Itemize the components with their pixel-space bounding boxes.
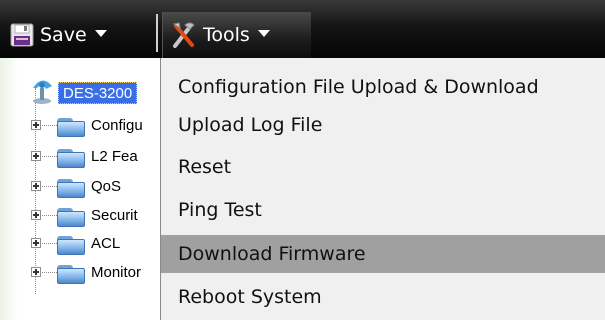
- tree-branch-line: [42, 243, 57, 244]
- menu-item-label: Configuration File Upload & Download: [178, 76, 539, 98]
- tools-dropdown-arrow-icon: [257, 29, 270, 37]
- tree-item-security[interactable]: Securit: [0, 204, 175, 228]
- menu-item-download-firmware[interactable]: Download Firmware: [161, 235, 605, 273]
- tree-item-l2-features[interactable]: L2 Fea: [0, 145, 175, 169]
- expand-icon[interactable]: [31, 120, 41, 130]
- tree-item-label: Monitor: [91, 264, 142, 281]
- tree-item-label: L2 Fea: [91, 148, 138, 165]
- tree-branch-line: [42, 215, 57, 216]
- tree-item-label: ACL: [91, 235, 121, 252]
- menu-item-config-file-upload-download[interactable]: Configuration File Upload & Download: [161, 68, 605, 106]
- expand-icon[interactable]: [31, 151, 41, 161]
- tree-branch-line: [42, 272, 57, 273]
- tools-menu-button[interactable]: Tools: [162, 12, 311, 58]
- tree-branch-line: [42, 156, 57, 157]
- folder-icon: [57, 234, 87, 255]
- tree-item-label: Configu: [91, 117, 143, 134]
- navigation-tree: DES-3200 Configu L2 Fea QoS Securit ACL …: [0, 58, 175, 320]
- tree-root-label: DES-3200: [58, 82, 138, 104]
- save-dropdown-arrow-icon: [94, 29, 107, 37]
- menu-item-label: Ping Test: [178, 199, 262, 221]
- folder-icon: [57, 177, 87, 198]
- folder-icon: [57, 263, 87, 284]
- tree-root-node[interactable]: DES-3200: [0, 78, 175, 104]
- folder-icon: [57, 116, 87, 137]
- menu-item-label: Download Firmware: [178, 243, 366, 265]
- expand-icon[interactable]: [31, 210, 41, 220]
- menu-item-ping-test[interactable]: Ping Test: [161, 191, 605, 229]
- menu-item-reboot-system[interactable]: Reboot System: [161, 278, 605, 316]
- toolbar: Save Tools: [0, 0, 605, 58]
- menu-item-label: Upload Log File: [178, 114, 323, 136]
- expand-icon[interactable]: [31, 267, 41, 277]
- folder-icon: [57, 147, 87, 168]
- tree-item-label: QoS: [91, 178, 122, 195]
- tree-branch-line: [42, 186, 57, 187]
- menu-item-reset[interactable]: Reset: [161, 148, 605, 186]
- tree-item-label: Securit: [91, 207, 138, 224]
- save-menu-button[interactable]: Save: [8, 12, 156, 58]
- tree-item-configuration[interactable]: Configu: [0, 114, 175, 138]
- switch-device-icon: [30, 76, 56, 106]
- tree-branch-line: [42, 125, 57, 126]
- tree-item-qos[interactable]: QoS: [0, 175, 175, 199]
- tree-item-monitoring[interactable]: Monitor: [0, 261, 175, 285]
- tools-label: Tools: [203, 24, 250, 46]
- tools-dropdown-menu: Configuration File Upload & Download Upl…: [160, 58, 605, 320]
- folder-icon: [57, 206, 87, 227]
- expand-icon[interactable]: [31, 181, 41, 191]
- toolbar-separator: [156, 14, 158, 52]
- menu-item-label: Reset: [178, 156, 232, 178]
- tree-item-acl[interactable]: ACL: [0, 232, 175, 256]
- floppy-disk-icon: [10, 23, 34, 47]
- menu-item-upload-log-file[interactable]: Upload Log File: [161, 106, 605, 144]
- expand-icon[interactable]: [31, 238, 41, 248]
- menu-item-label: Reboot System: [178, 286, 322, 308]
- tools-icon: [171, 20, 197, 50]
- save-label: Save: [40, 24, 87, 46]
